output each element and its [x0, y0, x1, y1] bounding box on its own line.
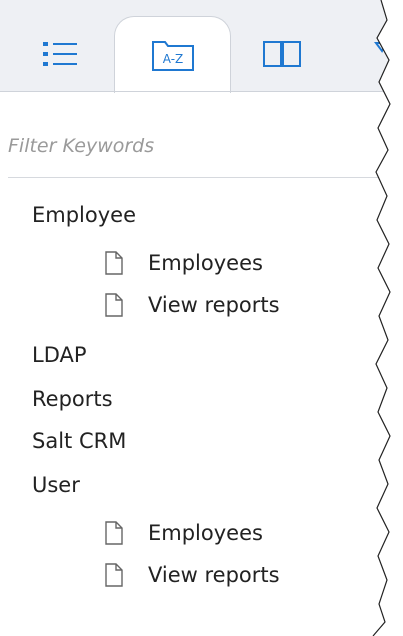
- tree-group-label: Reports: [32, 387, 113, 411]
- document-icon: [105, 563, 123, 587]
- tree-item-employees[interactable]: Employees: [104, 244, 263, 282]
- filter-keywords-input[interactable]: [8, 118, 368, 174]
- tab-bar: A-Z: [0, 0, 403, 93]
- document-icon: [105, 293, 123, 317]
- tree-group-label: Salt CRM: [32, 429, 127, 453]
- tree-item-view-reports[interactable]: View reports: [104, 556, 280, 594]
- tree-item-view-reports[interactable]: View reports: [104, 286, 280, 324]
- tab-index[interactable]: A-Z: [114, 16, 231, 93]
- list-icon: [43, 42, 77, 66]
- tree-item-label: Employees: [148, 521, 263, 545]
- az-index-label: A-Z: [162, 52, 183, 66]
- book-icon: [263, 41, 301, 67]
- az-index-icon: A-Z: [151, 41, 194, 71]
- tab-toc[interactable]: [30, 16, 90, 92]
- tree-group-label: User: [32, 473, 80, 497]
- tree-group-user[interactable]: User: [32, 466, 80, 504]
- document-icon: [105, 521, 123, 545]
- tree-group-employee[interactable]: Employee: [32, 196, 136, 234]
- tree-group-reports[interactable]: Reports: [32, 380, 113, 418]
- tree-group-salt-crm[interactable]: Salt CRM: [32, 422, 126, 460]
- tree-group-label: LDAP: [32, 343, 87, 367]
- document-icon: [105, 251, 123, 275]
- tab-glossary[interactable]: [252, 16, 312, 92]
- tree-item-employees[interactable]: Employees: [104, 514, 263, 552]
- tab-divider: [0, 91, 403, 92]
- filter-divider: [8, 177, 380, 178]
- tree-item-label: Employees: [148, 251, 263, 275]
- tree-item-label: View reports: [148, 293, 280, 317]
- tree-group-ldap[interactable]: LDAP: [32, 336, 87, 374]
- torn-edge: [372, 0, 403, 636]
- tree-group-label: Employee: [32, 203, 137, 227]
- tree-item-label: View reports: [148, 563, 280, 587]
- index-panel: A-Z Employee Employees: [0, 0, 403, 636]
